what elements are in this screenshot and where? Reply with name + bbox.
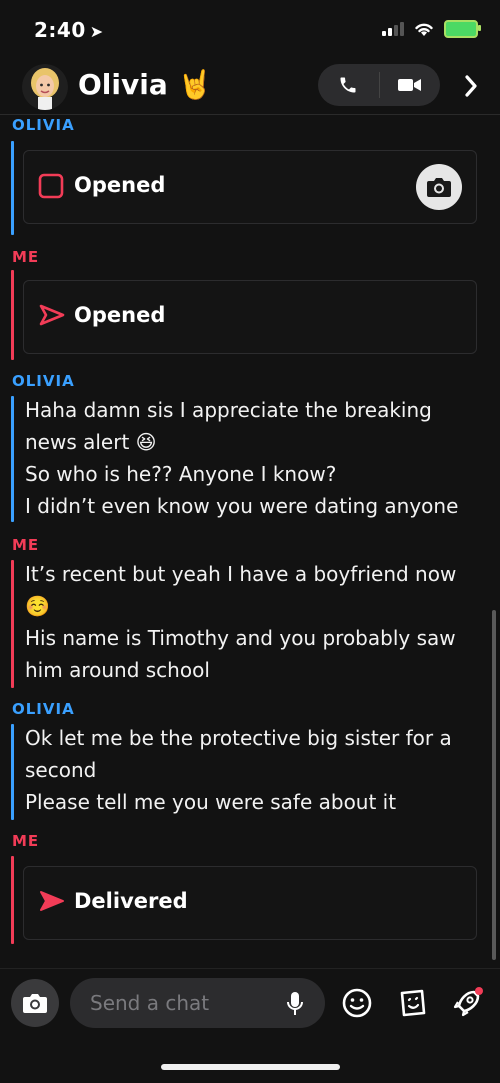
call-button-group bbox=[318, 64, 440, 106]
status-time-text: 2:40 bbox=[34, 18, 86, 42]
message-line: Please tell me you were safe about it bbox=[25, 790, 397, 814]
sender-label: OLIVIA bbox=[12, 372, 75, 390]
message-line: news alert 😆 bbox=[25, 430, 157, 454]
message-line: It’s recent but yeah I have a boyfriend … bbox=[25, 562, 457, 586]
message-bar bbox=[11, 270, 14, 360]
signal-icon bbox=[382, 22, 404, 36]
smiley-icon[interactable] bbox=[340, 986, 374, 1020]
chat-header: Olivia 🤘 bbox=[0, 58, 500, 115]
message-bar bbox=[11, 396, 14, 522]
message-text: It’s recent but yeah I have a boyfriend … bbox=[25, 558, 485, 686]
chat-input-bar bbox=[0, 968, 500, 1044]
video-call-button[interactable] bbox=[380, 64, 441, 106]
snap-status: Delivered bbox=[74, 889, 188, 913]
microphone-icon[interactable] bbox=[286, 991, 304, 1021]
message-line: Haha damn sis I appreciate the breaking bbox=[25, 398, 432, 422]
snap-card-opened[interactable]: Opened bbox=[23, 280, 477, 354]
snap-status: Opened bbox=[74, 303, 166, 327]
message-line: I didn’t even know you were dating anyon… bbox=[25, 494, 459, 518]
sender-label: ME bbox=[12, 832, 40, 850]
snap-status: Opened bbox=[74, 173, 166, 197]
message-bar bbox=[11, 141, 14, 235]
rocket-icon[interactable] bbox=[450, 986, 484, 1020]
message-line: second bbox=[25, 758, 97, 782]
sender-label: ME bbox=[12, 248, 40, 266]
battery-charging-icon bbox=[444, 20, 481, 38]
camera-icon bbox=[23, 994, 47, 1013]
home-indicator[interactable] bbox=[161, 1064, 340, 1070]
sticker-icon[interactable] bbox=[396, 986, 430, 1020]
message-line: So who is he?? Anyone I know? bbox=[25, 462, 337, 486]
message-line: Ok let me be the protective big sister f… bbox=[25, 726, 452, 750]
sender-label: OLIVIA bbox=[12, 700, 75, 718]
received-snap-opened-icon bbox=[38, 173, 64, 203]
message-line: ☺️ bbox=[25, 594, 50, 618]
sender-label: OLIVIA bbox=[12, 116, 75, 134]
location-arrow-icon: ➤ bbox=[89, 22, 104, 41]
snap-card-opened[interactable]: Opened bbox=[23, 150, 477, 224]
chevron-right-icon[interactable] bbox=[456, 68, 486, 104]
message-line: him around school bbox=[25, 658, 210, 682]
avatar[interactable] bbox=[22, 64, 68, 110]
contact-name[interactable]: Olivia 🤘 bbox=[78, 68, 212, 101]
status-icons bbox=[382, 20, 481, 38]
sent-snap-delivered-icon bbox=[38, 889, 66, 917]
status-time: 2:40 ➤ bbox=[34, 18, 104, 42]
sent-snap-opened-icon bbox=[38, 303, 66, 331]
video-icon bbox=[397, 79, 421, 91]
message-bar bbox=[11, 856, 14, 944]
camera-icon bbox=[427, 178, 451, 197]
phone-icon bbox=[340, 77, 356, 93]
message-bar bbox=[11, 724, 14, 820]
camera-button[interactable] bbox=[11, 979, 59, 1027]
wifi-icon bbox=[415, 23, 433, 36]
scrollbar[interactable] bbox=[492, 610, 496, 960]
message-text: Ok let me be the protective big sister f… bbox=[25, 722, 485, 818]
snap-card-delivered[interactable]: Delivered bbox=[23, 866, 477, 940]
sender-label: ME bbox=[12, 536, 40, 554]
message-text: Haha damn sis I appreciate the breaking … bbox=[25, 394, 485, 522]
message-bar bbox=[11, 560, 14, 688]
reply-camera-button[interactable] bbox=[416, 164, 462, 210]
status-bar: 2:40 ➤ bbox=[0, 0, 500, 60]
message-line: His name is Timothy and you probably saw bbox=[25, 626, 456, 650]
voice-call-button[interactable] bbox=[318, 64, 379, 106]
